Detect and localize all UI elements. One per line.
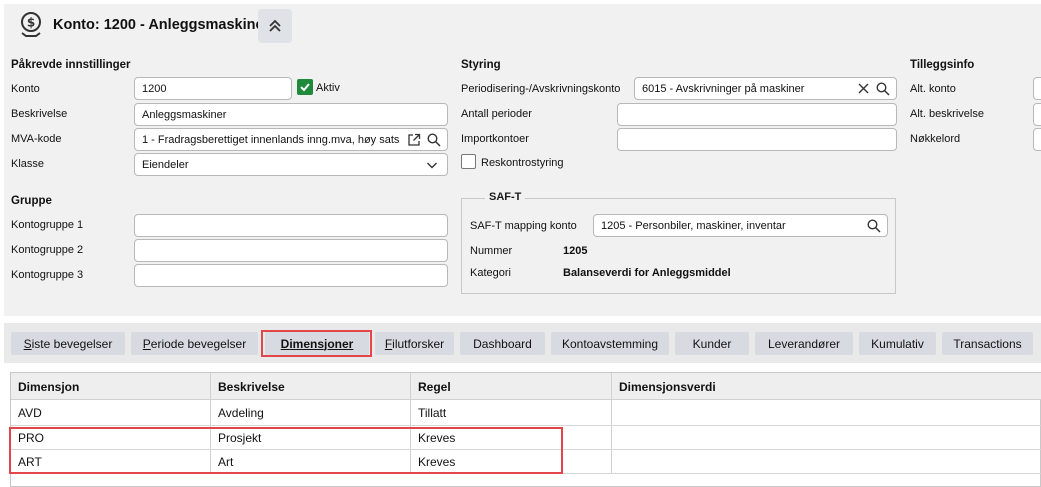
mva-value: 1 - Fradragsberettiget innenlands inng.m… xyxy=(142,133,400,146)
tab-dashboard-label: Dashboard xyxy=(473,336,532,351)
kontogruppe3-field[interactable] xyxy=(134,264,448,287)
tab-dashboard[interactable]: Dashboard xyxy=(460,332,545,355)
search-icon[interactable] xyxy=(867,218,881,233)
konto-label: Konto xyxy=(11,83,40,95)
tab-siste-bevegelser-label: iste bevegelser xyxy=(31,336,113,351)
reskontro-label: Reskontrostyring xyxy=(481,157,564,169)
grid-header xyxy=(11,373,1041,400)
konto-value: 1200 xyxy=(142,82,167,95)
tab-siste-bevegelser[interactable]: Siste bevegelser xyxy=(11,332,125,355)
tab-kontoavstemming-label: Kontoavstemming xyxy=(561,336,659,351)
kontogruppe1-field[interactable] xyxy=(134,214,448,237)
mva-label: MVA-kode xyxy=(11,133,62,145)
tab-periode-bevegelser-label: eriode bevegelser xyxy=(150,336,247,351)
column-divider xyxy=(611,373,612,473)
periodisering-value: 6015 - Avskrivninger på maskiner xyxy=(642,82,805,95)
money-circle-icon: $ xyxy=(18,11,44,37)
kontogruppe2-field[interactable] xyxy=(134,239,448,262)
periodisering-field[interactable]: 6015 - Avskrivninger på maskiner xyxy=(634,77,897,100)
alt-konto-label: Alt. konto xyxy=(910,83,956,95)
klasse-value: Eiendeler xyxy=(142,158,189,171)
tab-transactions[interactable]: Transactions xyxy=(942,332,1033,355)
collapse-button[interactable] xyxy=(258,9,292,43)
section-title-required: Påkrevde innstillinger xyxy=(11,59,131,71)
svg-text:$: $ xyxy=(27,16,35,30)
section-title-styring: Styring xyxy=(461,59,501,71)
column-header-beskrivelse[interactable]: Beskrivelse xyxy=(218,380,285,394)
highlight-box-tab xyxy=(261,330,372,357)
tab-filutforsker[interactable]: Filutforsker xyxy=(375,332,454,355)
search-icon[interactable] xyxy=(876,81,890,96)
saft-kategori-value: Balanseverdi for Anleggsmiddel xyxy=(563,267,731,279)
tab-leverandorer[interactable]: Leverandører xyxy=(755,332,853,355)
saft-fieldset xyxy=(461,198,896,294)
kontogruppe3-label: Kontogruppe 3 xyxy=(11,269,84,281)
tab-leverandorer-label: Leverandører xyxy=(767,336,841,351)
column-header-dimensjonsverdi[interactable]: Dimensjonsverdi xyxy=(619,380,716,394)
table-row-cell[interactable]: Avdeling xyxy=(218,406,264,420)
tab-filutforsker-label: ilutforsker xyxy=(392,336,445,351)
alt-beskrivelse-label: Alt. beskrivelse xyxy=(910,108,984,120)
saft-nummer-value: 1205 xyxy=(563,245,588,257)
beskrivelse-label: Beskrivelse xyxy=(11,108,68,120)
checkmark-icon xyxy=(300,83,310,92)
periodisering-label: Periodisering-/Avskrivningskonto xyxy=(461,83,621,95)
chevron-double-up-icon xyxy=(269,19,281,32)
saft-mapping-label: SAF-T mapping konto xyxy=(470,220,577,232)
section-title-tillegg: Tilleggsinfo xyxy=(910,59,975,71)
highlight-box-rows xyxy=(9,427,563,474)
importkontoer-field[interactable] xyxy=(617,128,897,151)
saft-nummer-label: Nummer xyxy=(470,245,513,257)
konto-field[interactable]: 1200 xyxy=(134,77,292,100)
tab-kunder[interactable]: Kunder xyxy=(675,332,749,355)
mva-field[interactable]: 1 - Fradragsberettiget innenlands inng.m… xyxy=(134,128,448,151)
nokkelord-label: Nøkkelord xyxy=(910,133,961,145)
beskrivelse-field[interactable]: Anleggsmaskiner xyxy=(134,103,448,126)
column-header-regel[interactable]: Regel xyxy=(418,380,451,394)
tab-siste-bevegelser-accesskey: S xyxy=(23,336,32,351)
tab-kumulativ[interactable]: Kumulativ xyxy=(859,332,936,355)
section-title-gruppe: Gruppe xyxy=(11,195,52,207)
importkontoer-label: Importkontoer xyxy=(461,133,529,145)
saft-title: SAF-T xyxy=(485,191,526,203)
chevron-down-icon xyxy=(426,159,438,171)
tab-filutforsker-accesskey: F xyxy=(384,336,393,351)
antall-perioder-label: Antall perioder xyxy=(461,108,532,120)
external-link-icon[interactable] xyxy=(407,133,421,147)
aktiv-label: Aktiv xyxy=(316,82,340,94)
saft-mapping-field[interactable]: 1205 - Personbiler, maskiner, inventar xyxy=(593,214,888,237)
klasse-select[interactable]: Eiendeler xyxy=(134,153,448,176)
row-divider xyxy=(11,425,1041,426)
table-row-cell[interactable]: Tillatt xyxy=(418,406,446,420)
nokkelord-field[interactable] xyxy=(1033,128,1041,151)
close-icon[interactable] xyxy=(857,82,870,95)
column-header-dimensjon[interactable]: Dimensjon xyxy=(18,380,79,394)
reskontro-checkbox[interactable] xyxy=(461,154,476,169)
antall-perioder-field[interactable] xyxy=(617,103,897,126)
tab-periode-bevegelser-accesskey: P xyxy=(142,336,151,351)
kontogruppe2-label: Kontogruppe 2 xyxy=(11,244,84,256)
beskrivelse-value: Anleggsmaskiner xyxy=(142,108,227,121)
table-row-cell[interactable]: AVD xyxy=(18,406,42,420)
tab-transactions-label: Transactions xyxy=(953,336,1022,351)
alt-beskrivelse-field[interactable] xyxy=(1033,103,1041,126)
alt-konto-field[interactable] xyxy=(1033,77,1041,100)
saft-mapping-value: 1205 - Personbiler, maskiner, inventar xyxy=(601,219,786,232)
tab-kunder-label: Kunder xyxy=(692,336,732,351)
saft-kategori-label: Kategori xyxy=(470,267,511,279)
tab-periode-bevegelser[interactable]: Periode bevegelser xyxy=(131,332,258,355)
search-icon[interactable] xyxy=(427,132,441,147)
tab-kumulativ-label: Kumulativ xyxy=(871,336,924,351)
page-title: Konto: 1200 - Anleggsmaskiner xyxy=(53,17,270,33)
kontogruppe1-label: Kontogruppe 1 xyxy=(11,219,84,231)
aktiv-checkbox[interactable] xyxy=(297,79,313,95)
tab-kontoavstemming[interactable]: Kontoavstemming xyxy=(551,332,669,355)
klasse-label: Klasse xyxy=(11,158,45,170)
